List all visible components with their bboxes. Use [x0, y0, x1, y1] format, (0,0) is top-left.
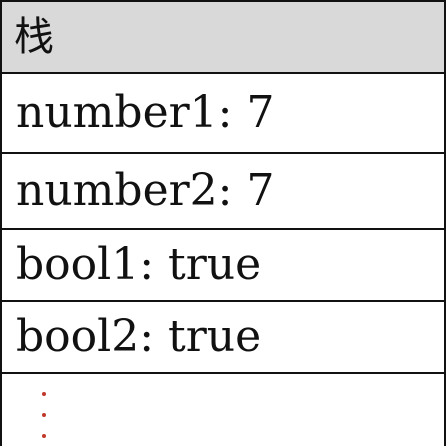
stack-frame-label: bool1: true — [16, 239, 262, 290]
stack-frame-row: number2: 7 — [2, 152, 444, 228]
stack-frame-row: number1: 7 — [2, 72, 444, 152]
ellipsis-dot — [42, 434, 46, 438]
stack-diagram: 栈 number1: 7 number2: 7 bool1: true bool… — [0, 0, 446, 446]
ellipsis-dot — [42, 413, 46, 417]
stack-frame-label: number1: 7 — [16, 87, 275, 138]
stack-frame-label: number2: 7 — [16, 165, 275, 216]
stack-header: 栈 — [2, 0, 444, 72]
stack-frame-label: bool2: true — [16, 311, 262, 362]
stack-frame-row: bool2: true — [2, 300, 444, 374]
vertical-ellipsis-icon — [38, 392, 50, 438]
ellipsis-dot — [42, 392, 46, 396]
stack-title: 栈 — [14, 14, 54, 60]
stack-frame-row: bool1: true — [2, 228, 444, 300]
